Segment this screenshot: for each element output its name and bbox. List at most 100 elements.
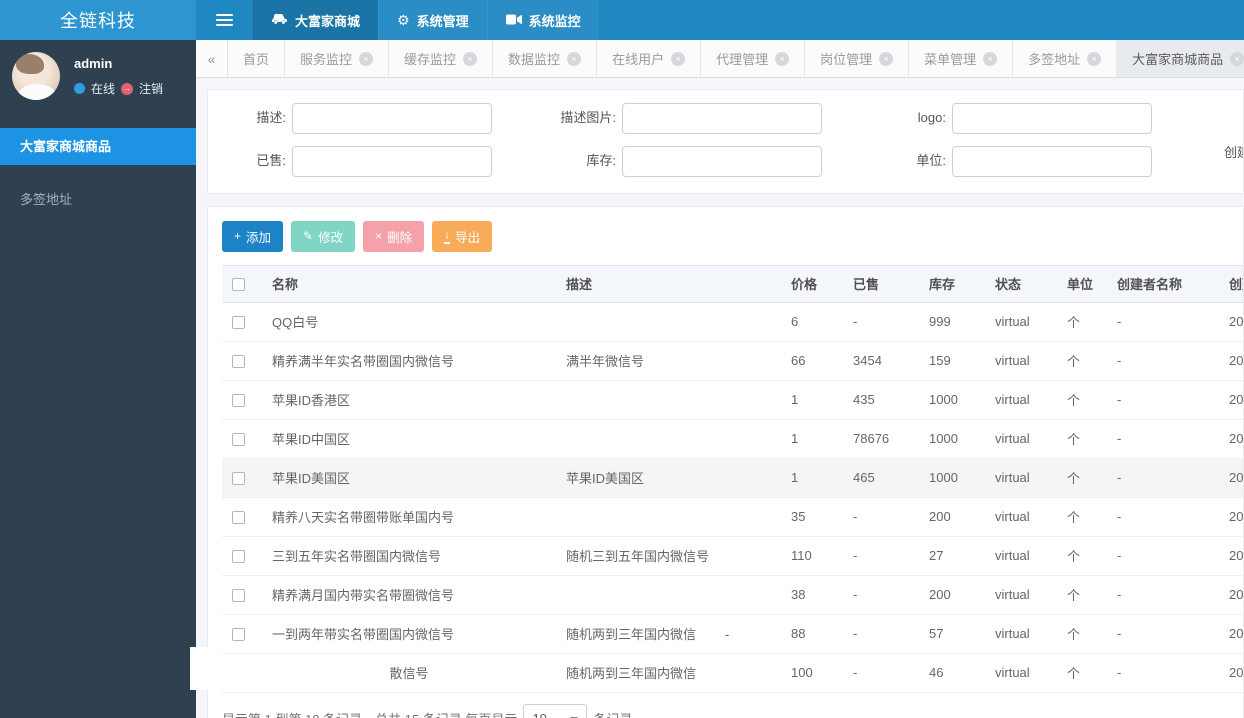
search-input-6[interactable] xyxy=(622,145,822,177)
search-field-group: logo: xyxy=(878,103,1152,134)
tabs-scroll-left-button[interactable]: « xyxy=(196,40,228,77)
cell-desc xyxy=(556,302,781,342)
page-size-select[interactable]: 10 xyxy=(523,703,588,718)
sidebar-toggle-button[interactable] xyxy=(196,0,252,40)
cell-creator: - xyxy=(1107,497,1219,537)
search-input-7[interactable] xyxy=(952,145,1152,177)
tab-6[interactable]: 代理管理 × xyxy=(701,40,806,77)
row-checkbox-cell xyxy=(222,653,262,693)
table-row[interactable]: 精养满半年实名带圈国内微信号 满半年微信号 66 3454 159 virtual 个 -20 xyxy=(222,341,1243,381)
column-header: 价格 xyxy=(781,264,843,303)
tab-close-icon[interactable]: × xyxy=(567,51,582,66)
sidebar-item-1[interactable]: 大富家商城商品 xyxy=(0,128,196,165)
cell-unit: 个 xyxy=(1057,653,1107,693)
table-row[interactable]: 精养满月国内带实名带圈微信号 38-200 virtual 个 -20 xyxy=(222,575,1243,615)
cell-sold: 3454 xyxy=(843,341,919,381)
search-form-row: 已售: 库存: 单位: 创建者名称: xyxy=(218,145,1243,178)
row-checkbox[interactable] xyxy=(232,550,245,564)
search-input-1[interactable] xyxy=(292,103,492,134)
logout-link[interactable]: 注销 xyxy=(139,80,163,97)
row-checkbox[interactable] xyxy=(232,394,245,408)
table-row[interactable]: 散信号 随机两到三年国内微信 100-46 virtual 个 -20 xyxy=(222,653,1243,693)
edit-icon: ✎ xyxy=(303,229,314,243)
cell-creator: - xyxy=(1107,458,1219,498)
tab-8[interactable]: 菜单管理 × xyxy=(909,40,1014,77)
top-nav-item-1[interactable]: 大富家商城 xyxy=(252,0,379,40)
delete-button[interactable]: × 删除 xyxy=(363,220,425,252)
cell-unit: 个 xyxy=(1057,341,1107,381)
cell-status: virtual xyxy=(985,536,1057,576)
search-input-5[interactable] xyxy=(292,145,492,177)
tab-2[interactable]: 服务监控 × xyxy=(285,40,390,77)
row-checkbox-cell xyxy=(222,419,262,459)
column-header: 描述 xyxy=(556,264,781,303)
tab-close-icon[interactable]: × xyxy=(879,51,894,66)
row-checkbox-cell xyxy=(222,380,262,420)
search-form-row: 描述: 描述图片: logo: 名称: xyxy=(218,103,1243,134)
gear-icon: ⚙ xyxy=(397,11,410,28)
cell-price: 88 xyxy=(781,614,843,654)
table-row[interactable]: 苹果ID香港区 1 435 1000 virtual 个 -20 xyxy=(222,380,1243,420)
export-button[interactable]: ↓ 导出 xyxy=(432,220,493,252)
sidebar-item-2[interactable]: 多签地址 xyxy=(0,181,196,218)
hamburger-icon xyxy=(215,14,233,26)
tab-4[interactable]: 数据监控 × xyxy=(493,40,598,77)
add-button[interactable]: + 添加 xyxy=(222,220,284,252)
top-nav-item-2[interactable]: ⚙ 系统管理 xyxy=(378,0,487,40)
table-row[interactable]: 精养八天实名带圈带账单国内号 35-200 virtual 个 -20 xyxy=(222,497,1243,537)
tab-close-icon[interactable]: × xyxy=(775,51,790,66)
tab-7[interactable]: 岗位管理 × xyxy=(805,40,910,77)
tab-close-icon[interactable]: × xyxy=(463,51,478,66)
row-checkbox[interactable] xyxy=(232,355,245,369)
row-checkbox[interactable] xyxy=(232,589,245,603)
cell-stock: 200 xyxy=(919,497,985,537)
row-checkbox-cell xyxy=(222,302,262,342)
search-input-3[interactable] xyxy=(952,103,1152,134)
tab-9[interactable]: 多签地址 × xyxy=(1013,40,1118,77)
edit-button[interactable]: ✎ 修改 xyxy=(291,220,356,252)
tab-10[interactable]: 大富家商城商品 × xyxy=(1117,40,1244,77)
user-panel: admin 在线 → 注销 xyxy=(0,40,196,114)
tab-close-icon[interactable]: × xyxy=(359,51,374,66)
table-row[interactable]: QQ白号 6-999 virtual 个 -20 xyxy=(222,302,1243,342)
tab-close-icon[interactable]: × xyxy=(983,51,998,66)
table-row[interactable]: 一到两年带实名带圈国内微信号 随机两到三年国内微信 -88-57 virtual 个 -… xyxy=(222,614,1243,654)
table-row[interactable]: 三到五年实名带圈国内微信号 随机三到五年国内微信号 110-27 virtual 个 -2… xyxy=(222,536,1243,576)
cell-created: 20 xyxy=(1219,614,1243,654)
top-nav-item-label: 大富家商城 xyxy=(295,13,361,29)
cell-creator: - xyxy=(1107,653,1219,693)
cell-name: 苹果ID中国区 xyxy=(262,419,556,459)
row-checkbox[interactable] xyxy=(232,628,245,642)
cell-desc xyxy=(556,380,781,420)
search-field-group: 描述图片: xyxy=(548,103,822,134)
row-checkbox[interactable] xyxy=(232,511,245,525)
username: admin xyxy=(74,56,113,71)
column-header: 已售 xyxy=(843,264,919,303)
tab-close-icon[interactable]: × xyxy=(1230,51,1244,66)
table-row[interactable]: 苹果ID美国区 苹果ID美国区 1 465 1000 virtual 个 -20 xyxy=(222,458,1243,498)
tab-close-icon[interactable]: × xyxy=(1087,51,1102,66)
products-table: 名称描述价格已售库存状态单位创建者名称创建时间 QQ白号6-999virtual… xyxy=(222,264,1243,693)
row-checkbox[interactable] xyxy=(232,433,245,447)
table-row[interactable]: 苹果ID中国区 1 78676 1000 virtual 个 -20 xyxy=(222,419,1243,459)
select-all-checkbox[interactable] xyxy=(232,278,245,292)
tab-label: 大富家商城商品 xyxy=(1132,52,1224,67)
cell-desc: 随机三到五年国内微信号 xyxy=(556,536,781,576)
cell-price: 6 xyxy=(781,302,843,342)
tab-close-icon[interactable]: × xyxy=(671,51,686,66)
top-nav-item-3[interactable]: 系统监控 xyxy=(486,0,599,40)
tab-1[interactable]: 首页 xyxy=(228,40,286,77)
cell-price: 100 xyxy=(781,653,843,693)
video-icon xyxy=(505,13,522,28)
search-form-panel: 描述: 描述图片: logo: 名称: 已售: 库存: 单位: 创建者名称: xyxy=(207,89,1244,194)
tab-5[interactable]: 在线用户 × xyxy=(597,40,702,77)
cell-status: virtual xyxy=(985,419,1057,459)
tab-bar: « 首页 服务监控 × 缓存监控 × 数据监控 × 在线用户 × 代理管理 × 岗位管理 × 菜单管理 × 多… xyxy=(196,40,1244,78)
row-checkbox[interactable] xyxy=(232,472,245,486)
search-input-2[interactable] xyxy=(622,103,822,134)
car-icon xyxy=(271,12,288,28)
avatar[interactable] xyxy=(12,52,60,100)
tab-3[interactable]: 缓存监控 × xyxy=(389,40,494,77)
tab-label: 首页 xyxy=(243,52,270,67)
row-checkbox[interactable] xyxy=(232,316,245,330)
